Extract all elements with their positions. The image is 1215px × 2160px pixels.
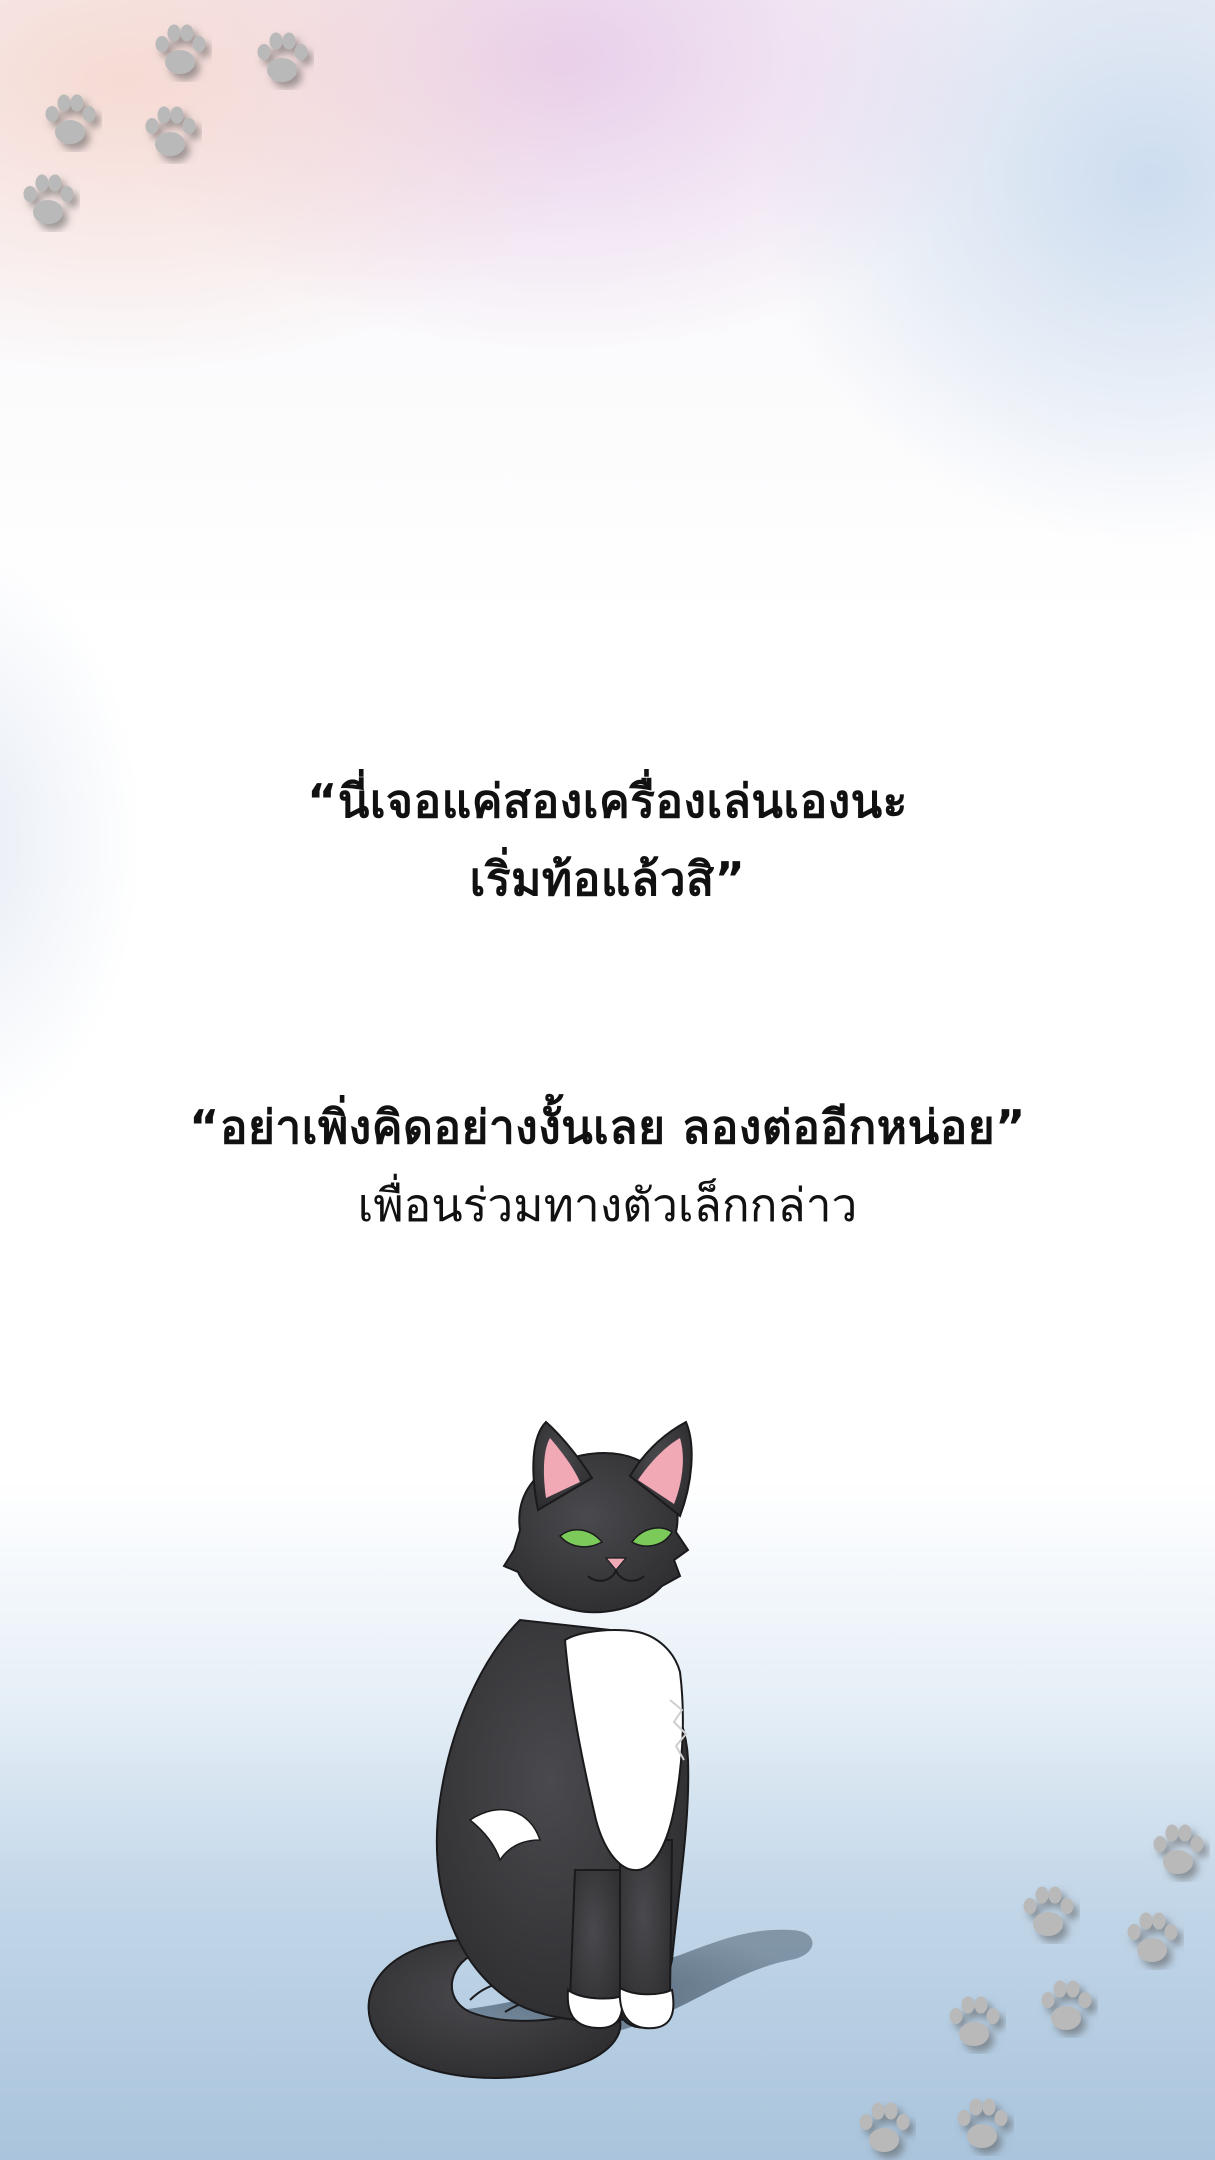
- second-quote-line: “อย่าเพิ่งคิดอย่างงั้นเลย ลองต่ออีกหน่อย…: [189, 1100, 1026, 1154]
- paw-print-icon: [1023, 1886, 1074, 1936]
- first-quote: “นี่เจอแค่สองเครื่องเล่นเองนะ เริ่มท้อแล…: [0, 762, 1215, 918]
- paw-print-icon: [957, 2098, 1008, 2148]
- paw-print-icon: [859, 2102, 910, 2152]
- second-quote: “อย่าเพิ่งคิดอย่างงั้นเลย ลองต่ออีกหน่อย…: [0, 1088, 1215, 1244]
- paw-print-icon: [1153, 1824, 1204, 1874]
- paw-print-icon: [145, 106, 196, 156]
- paw-print-icon: [257, 32, 308, 82]
- paw-print-icon: [45, 94, 96, 144]
- black-and-white-cat-icon: [367, 1420, 813, 2079]
- narration-line: เพื่อนร่วมทางตัวเล็กกล่าว: [357, 1178, 858, 1232]
- paw-print-icon: [23, 174, 74, 224]
- first-quote-line-1: “นี่เจอแค่สองเครื่องเล่นเองนะ: [307, 774, 908, 828]
- paw-print-icon: [949, 1996, 1000, 2046]
- illustration-background: “นี่เจอแค่สองเครื่องเล่นเองนะ เริ่มท้อแล…: [0, 0, 1215, 2160]
- first-quote-line-2: เริ่มท้อแล้วสิ”: [469, 852, 746, 906]
- paw-print-icon: [1041, 1980, 1092, 2030]
- paw-print-icon: [155, 24, 206, 74]
- paw-print-icon: [1127, 1912, 1178, 1962]
